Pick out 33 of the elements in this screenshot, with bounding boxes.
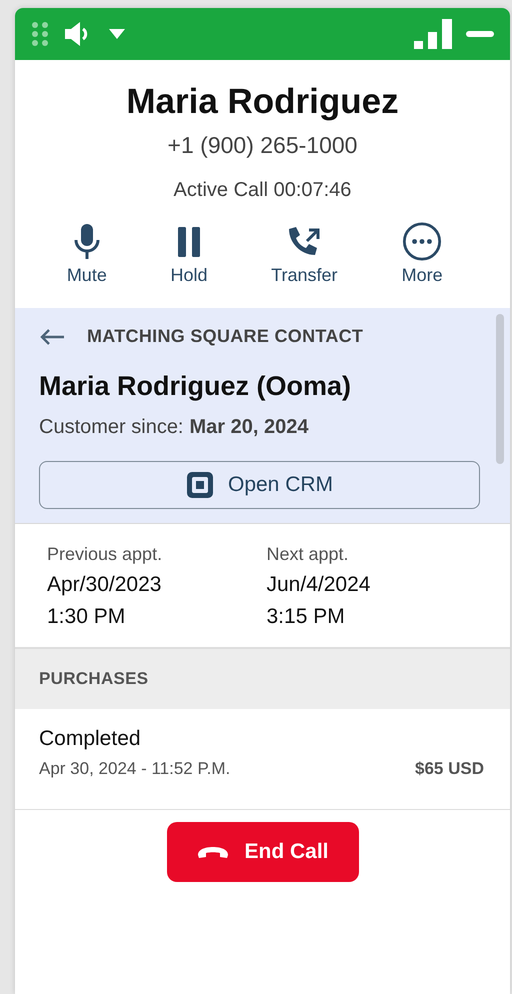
customer-since-label: Customer since: [39,416,184,439]
appointment-time: 3:15 PM [266,605,346,629]
dialpad-icon[interactable] [31,21,49,47]
appointment-date: Apr/30/2023 [47,573,162,597]
microphone-icon [72,223,102,261]
customer-since-date: Mar 20, 2024 [190,416,308,439]
more-icon [401,222,444,261]
scrollbar[interactable] [496,314,504,464]
more-button[interactable]: More [401,222,444,286]
appointment-label: Previous appt. [47,544,164,565]
contact-name: Maria Rodriguez (Ooma) [39,371,352,402]
section-heading: MATCHING SQUARE CONTACT [87,326,364,347]
caller-name: Maria Rodriguez [125,82,400,122]
square-logo-icon [186,471,214,499]
end-call-button[interactable]: End Call [166,822,358,882]
call-status: Active Call 00:07:46 [172,179,352,202]
caller-phone: +1 (900) 265-1000 [166,132,358,159]
appointment-time: 1:30 PM [47,605,126,629]
appointment-date: Jun/4/2024 [266,573,372,597]
signal-icon [414,19,452,49]
purchase-amount: $65 USD [415,759,484,779]
purchase-status: Completed [39,727,142,751]
pause-button[interactable]: Hold [170,222,208,286]
hang-up-icon [196,845,230,859]
open-crm-button[interactable]: Open CRM [39,461,480,509]
purchase-date: Apr 30, 2024 - 11:52 P.M. [39,759,230,779]
transfer-button[interactable]: Transfer [271,222,338,286]
caret-icon[interactable] [109,29,125,39]
mic-button[interactable]: Mute [66,222,107,286]
minimize-icon[interactable] [466,31,494,37]
appointment-label: Next appt. [266,544,350,565]
section-heading: PURCHASES [39,669,148,689]
back-arrow-icon[interactable] [39,328,65,346]
